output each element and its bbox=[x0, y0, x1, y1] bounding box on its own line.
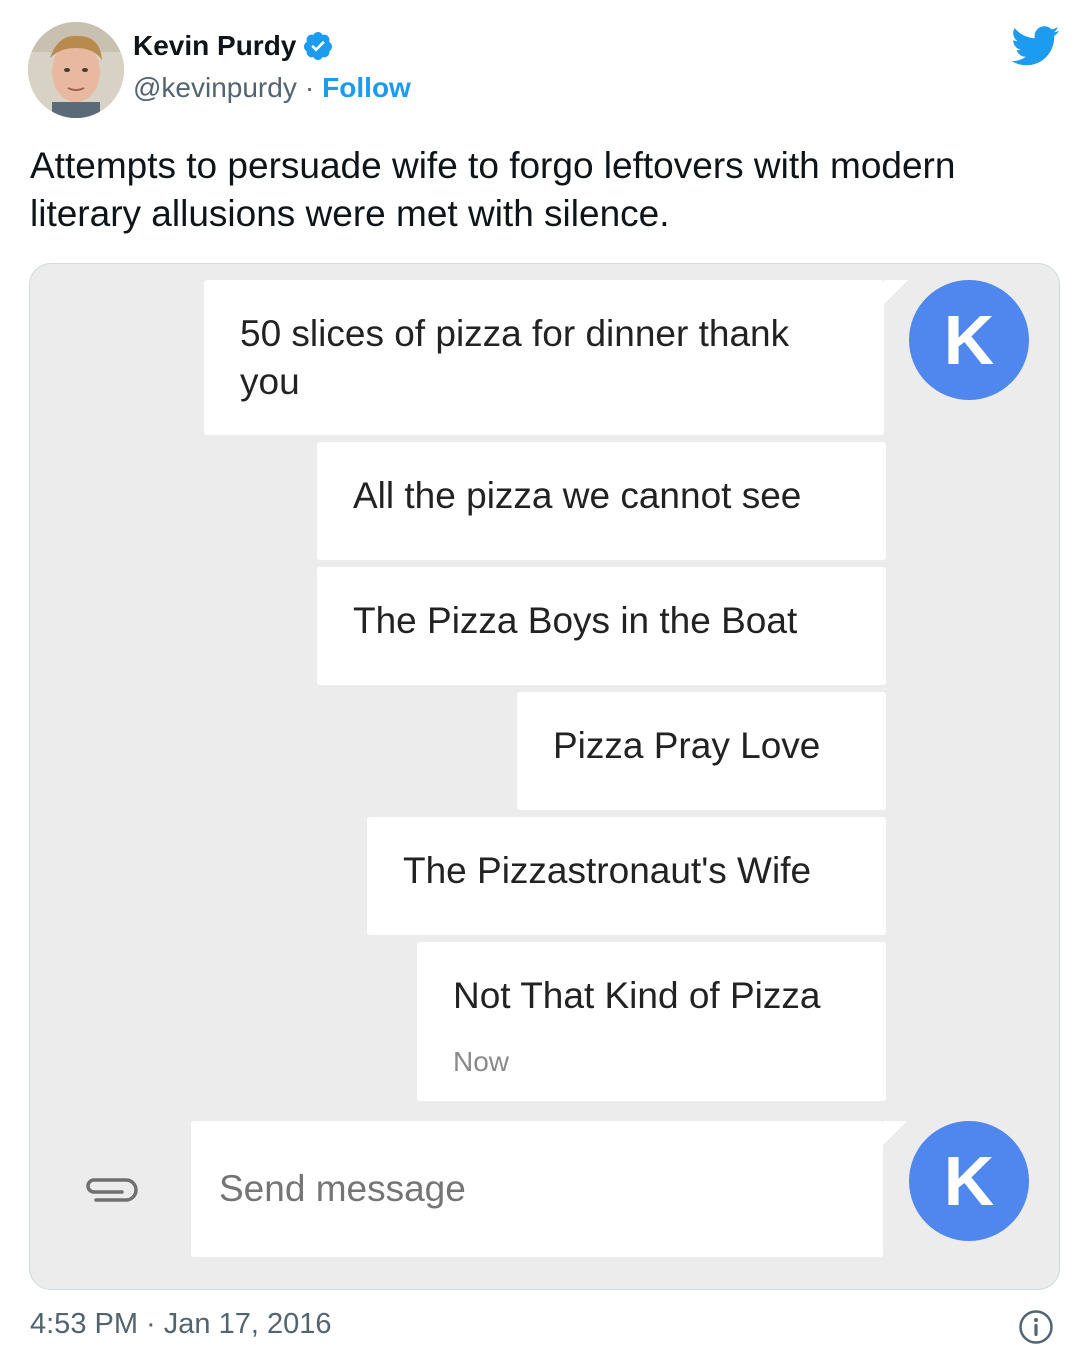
verified-badge-icon bbox=[304, 32, 333, 60]
message-bubble: Pizza Pray Love bbox=[517, 692, 886, 810]
author-handle[interactable]: @kevinpurdy bbox=[133, 72, 297, 104]
author-name[interactable]: Kevin Purdy bbox=[133, 30, 296, 62]
message-text: Not That Kind of Pizza bbox=[453, 975, 821, 1016]
attached-screenshot[interactable]: 50 slices of pizza for dinner thank you … bbox=[29, 263, 1060, 1290]
message-status: Now bbox=[453, 1046, 510, 1077]
message-text: All the pizza we cannot see bbox=[353, 475, 802, 516]
tweet-timestamp[interactable]: 4:53 PM · Jan 17, 2016 bbox=[30, 1308, 331, 1341]
send-message-input[interactable] bbox=[191, 1121, 883, 1257]
paperclip-icon[interactable] bbox=[82, 1170, 138, 1206]
separator-dot: · bbox=[304, 72, 315, 103]
tweet-text: Attempts to persuade wife to forgo lefto… bbox=[30, 145, 956, 234]
message-bubble: The Pizzastronaut's Wife bbox=[367, 817, 886, 935]
contact-avatar: K bbox=[909, 280, 1029, 400]
contact-avatar: K bbox=[909, 1121, 1029, 1241]
follow-button[interactable]: Follow bbox=[322, 72, 411, 104]
twitter-bird-icon[interactable] bbox=[1012, 26, 1060, 66]
message-text: The Pizza Boys in the Boat bbox=[353, 600, 798, 641]
info-icon[interactable] bbox=[1018, 1309, 1054, 1345]
message-text: The Pizzastronaut's Wife bbox=[403, 850, 812, 891]
input-bubble-tail bbox=[883, 1121, 907, 1145]
message-bubble: All the pizza we cannot see bbox=[317, 442, 886, 560]
message-bubble: Not That Kind of Pizza Now bbox=[417, 942, 886, 1101]
message-bubble: The Pizza Boys in the Boat bbox=[317, 567, 886, 685]
message-text: 50 slices of pizza for dinner thank you bbox=[240, 313, 790, 402]
message-text: Pizza Pray Love bbox=[553, 725, 821, 766]
author-avatar[interactable] bbox=[28, 22, 124, 118]
message-bubble: 50 slices of pizza for dinner thank you bbox=[204, 280, 908, 435]
